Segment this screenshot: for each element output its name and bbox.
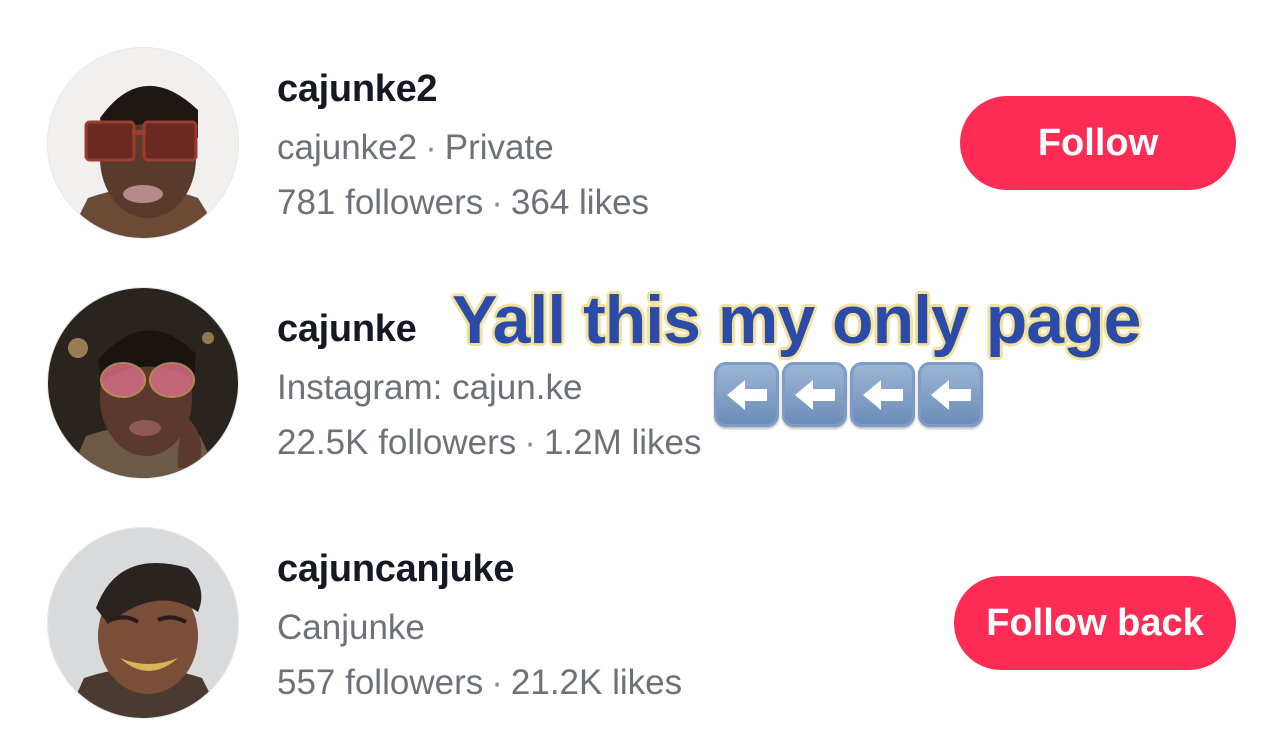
account-stats: 557 followers · 21.2K likes bbox=[277, 663, 682, 703]
separator-dot: · bbox=[425, 128, 437, 167]
arrow-emoji-group bbox=[714, 362, 983, 427]
account-subtitle: Instagram: cajun.ke bbox=[277, 368, 583, 407]
follower-count: 557 followers bbox=[277, 663, 484, 702]
separator-dot: · bbox=[524, 423, 536, 462]
like-count: 21.2K likes bbox=[510, 663, 683, 702]
avatar[interactable] bbox=[48, 288, 238, 478]
left-arrow-key-icon bbox=[850, 362, 915, 427]
account-stats: 22.5K followers · 1.2M likes bbox=[277, 423, 702, 463]
follow-button[interactable]: Follow bbox=[960, 96, 1236, 190]
follower-count: 781 followers bbox=[277, 183, 484, 222]
avatar[interactable] bbox=[48, 48, 238, 238]
account-subtitle: cajunke2 · Private bbox=[277, 128, 554, 168]
account-stats: 781 followers · 364 likes bbox=[277, 183, 649, 223]
account-row-cajunke2[interactable]: cajunke2 cajunke2 · Private 781 followers ·… bbox=[0, 46, 1284, 246]
username[interactable]: cajunke2 bbox=[277, 68, 438, 111]
follow-back-button[interactable]: Follow back bbox=[954, 576, 1236, 670]
username[interactable]: cajunke bbox=[277, 308, 417, 351]
account-row-cajuncanjuke[interactable]: cajuncanjuke Canjunke 557 followers · 21.2… bbox=[0, 526, 1284, 726]
display-name: Canjunke bbox=[277, 608, 425, 647]
left-arrow-key-icon bbox=[714, 362, 779, 427]
username[interactable]: cajuncanjuke bbox=[277, 548, 514, 591]
avatar[interactable] bbox=[48, 528, 238, 718]
separator-dot: · bbox=[491, 183, 503, 222]
like-count: 1.2M likes bbox=[543, 423, 702, 462]
like-count: 364 likes bbox=[510, 183, 650, 222]
display-name: cajunke2 bbox=[277, 128, 418, 167]
overlay-caption: Yall this my only page bbox=[452, 282, 1141, 358]
follower-count: 22.5K followers bbox=[277, 423, 517, 462]
separator-dot: · bbox=[491, 663, 503, 702]
left-arrow-key-icon bbox=[918, 362, 983, 427]
privacy-status: Private bbox=[444, 128, 554, 167]
left-arrow-key-icon bbox=[782, 362, 847, 427]
